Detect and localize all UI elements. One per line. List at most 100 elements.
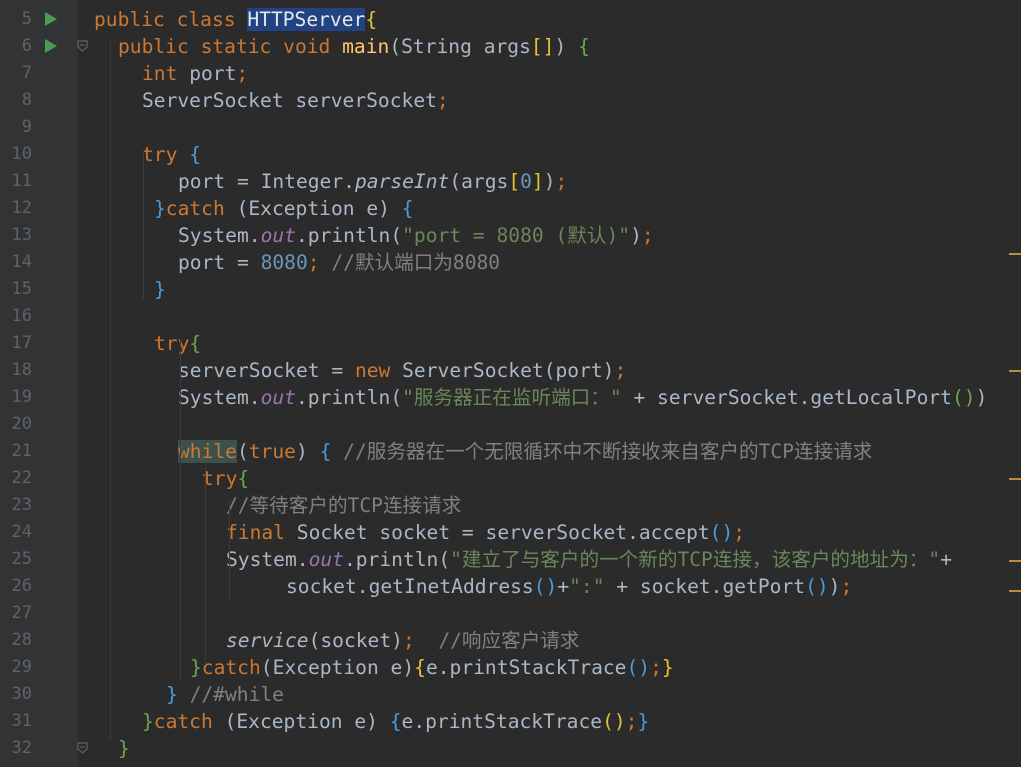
code-line[interactable]: 26 socket.getInetAddress()+":" + socket.g… <box>0 573 1021 600</box>
code-token: .println( <box>295 224 403 247</box>
code-token: ) <box>554 35 579 58</box>
fold-icon[interactable] <box>77 742 88 754</box>
code-text: System.out.println("服务器正在监听端口：" + server… <box>178 384 987 411</box>
line-number: 27 <box>11 603 32 623</box>
code-text: public class HTTPServer{ <box>94 6 377 33</box>
code-token: catch <box>153 710 225 733</box>
code-line[interactable]: 9 <box>0 114 1021 141</box>
code-token: ; <box>402 629 415 652</box>
code-line[interactable]: 11 port = Integer.parseInt(args[0]); <box>0 168 1021 195</box>
code-editor[interactable]: 5 public class HTTPServer{6 public static … <box>0 0 1021 767</box>
line-number: 30 <box>11 684 32 704</box>
code-token: parseInt <box>354 170 450 193</box>
error-stripe-mark[interactable] <box>1009 478 1021 480</box>
code-line[interactable]: 16 <box>0 303 1021 330</box>
run-icon[interactable] <box>45 39 57 53</box>
code-text: int port; <box>142 60 248 87</box>
code-token: new <box>354 359 403 382</box>
code-token: public static void <box>118 35 343 58</box>
code-text: //等待客户的TCP连接请求 <box>226 492 461 519</box>
line-number: 10 <box>11 144 32 164</box>
code-token: ] <box>531 170 544 193</box>
code-token: } <box>118 737 130 760</box>
code-line[interactable]: 7 int port; <box>0 60 1021 87</box>
line-number: 8 <box>21 90 32 110</box>
line-number: 5 <box>21 9 32 29</box>
code-line[interactable]: 23 //等待客户的TCP连接请求 <box>0 492 1021 519</box>
code-token: ) <box>630 224 642 247</box>
line-number: 21 <box>11 441 32 461</box>
code-line[interactable]: 19 System.out.println("服务器正在监听端口：" + serv… <box>0 384 1021 411</box>
code-token: + <box>940 548 952 571</box>
code-line[interactable]: 5 public class HTTPServer{ <box>0 6 1021 33</box>
code-line[interactable]: 25 System.out.println("建立了与客户的一个新的TCP连接，该… <box>0 546 1021 573</box>
code-line[interactable]: 6 public static void main(String args[]) … <box>0 33 1021 60</box>
code-token: () <box>951 386 976 409</box>
error-stripe-mark[interactable] <box>1009 370 1021 372</box>
code-token: (Exception e) <box>224 710 390 733</box>
code-token: () <box>626 656 651 679</box>
code-text: }catch (Exception e) { <box>154 195 414 222</box>
code-text: try { <box>142 141 201 168</box>
code-text: try{ <box>202 465 249 492</box>
code-token: } <box>154 278 166 301</box>
line-number: 12 <box>11 198 32 218</box>
code-line[interactable]: 20 <box>0 411 1021 438</box>
code-token: { <box>365 8 378 31</box>
code-line[interactable]: 13 System.out.println("port = 8080 (默认)")… <box>0 222 1021 249</box>
code-line[interactable]: 31}catch (Exception e) {e.printStackTrac… <box>0 708 1021 735</box>
code-line[interactable]: 17 try{ <box>0 330 1021 357</box>
code-token: ; <box>307 251 332 274</box>
line-number: 15 <box>11 279 32 299</box>
code-token: "服务器正在监听端口：" <box>402 386 622 409</box>
code-token: //#while <box>189 683 284 706</box>
indent-guide <box>229 500 230 600</box>
code-token: final <box>226 521 297 544</box>
code-line[interactable]: 8 ServerSocket serverSocket; <box>0 87 1021 114</box>
fold-icon[interactable] <box>77 40 88 52</box>
code-line[interactable]: 29}catch(Exception e){e.printStackTrace(… <box>0 654 1021 681</box>
code-token: ; <box>614 359 627 382</box>
code-token: "建立了与客户的一个新的TCP连接，该客户的地址为：" <box>450 548 941 571</box>
code-token: { <box>401 197 414 220</box>
code-token: System. <box>178 224 261 247</box>
error-stripe-mark[interactable] <box>1009 590 1021 592</box>
indent-guide <box>110 40 111 740</box>
code-line[interactable]: 21 while(true) { //服务器在一个无限循环中不断接收来自客户的TC… <box>0 438 1021 465</box>
code-token: (String args <box>389 35 531 58</box>
line-number: 13 <box>11 225 32 245</box>
code-line[interactable]: 12 }catch (Exception e) { <box>0 195 1021 222</box>
code-token: HTTPServer <box>247 8 366 31</box>
code-text: serverSocket = new ServerSocket(port); <box>178 357 626 384</box>
line-number: 7 <box>21 63 32 83</box>
code-token: catch <box>165 197 237 220</box>
line-number: 19 <box>11 387 32 407</box>
code-token: ; <box>733 521 746 544</box>
code-token: + socket.getPort <box>604 575 806 598</box>
code-token: ; <box>625 710 638 733</box>
line-number: 20 <box>11 414 32 434</box>
error-stripe-mark[interactable] <box>1009 253 1021 255</box>
run-icon[interactable] <box>45 12 57 26</box>
code-line[interactable]: 28 service(socket); //响应客户请求 <box>0 627 1021 654</box>
code-text: port = Integer.parseInt(args[0]); <box>178 168 567 195</box>
code-line[interactable]: 14 port = 8080; //默认端口为8080 <box>0 249 1021 276</box>
code-line[interactable]: 10 try { <box>0 141 1021 168</box>
line-number: 11 <box>11 171 32 191</box>
code-line[interactable]: 30} //#while <box>0 681 1021 708</box>
line-number: 18 <box>11 360 32 380</box>
code-token: ServerSocket serverSocket <box>142 89 437 112</box>
code-token: main <box>342 35 390 58</box>
code-line[interactable]: 24 final Socket socket = serverSocket.acc… <box>0 519 1021 546</box>
error-stripe-mark[interactable] <box>1009 560 1021 562</box>
code-token: ; <box>555 170 568 193</box>
code-line[interactable]: 32} <box>0 735 1021 762</box>
code-token: port = Integer. <box>178 170 355 193</box>
code-line[interactable]: 27 <box>0 600 1021 627</box>
code-line[interactable]: 22 try{ <box>0 465 1021 492</box>
code-token: ; <box>840 575 853 598</box>
line-number: 31 <box>11 711 32 731</box>
code-text: System.out.println("port = 8080 (默认)"); <box>178 222 654 249</box>
code-line[interactable]: 18 serverSocket = new ServerSocket(port); <box>0 357 1021 384</box>
code-line[interactable]: 15} <box>0 276 1021 303</box>
